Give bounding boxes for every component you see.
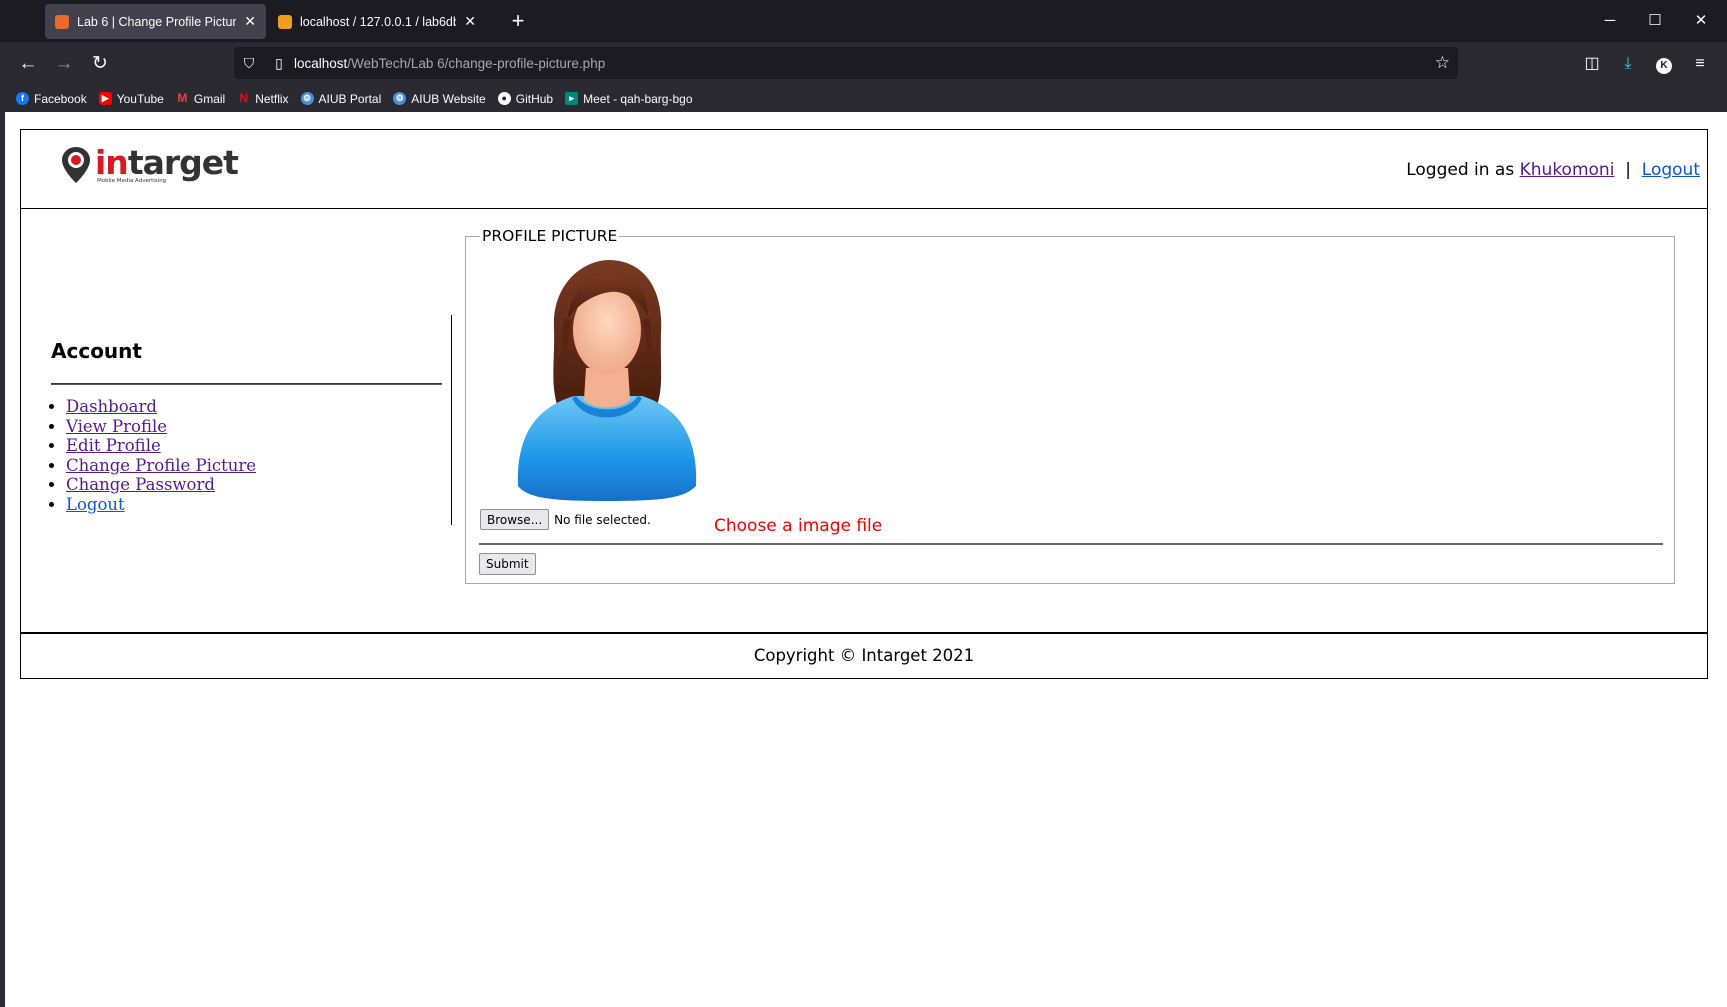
logo-target: target	[127, 143, 239, 182]
meet-icon: ▸	[565, 92, 579, 105]
map-pin-icon	[62, 147, 90, 183]
back-arrow-icon[interactable]: ←	[12, 48, 44, 80]
url-host: localhost	[294, 55, 348, 71]
bookmark-label: Facebook	[34, 91, 87, 106]
aiub-icon: ⚙	[300, 92, 314, 105]
edit-profile-link[interactable]: Edit Profile	[66, 436, 161, 455]
bookmark-netflix[interactable]: N Netflix	[237, 92, 288, 106]
page-viewport: intarget Mobile Media Advertising Logged…	[5, 112, 1727, 1007]
account-avatar[interactable]: K	[1648, 48, 1680, 80]
tab-title: localhost / 127.0.0.1 / lab6db / u	[300, 14, 457, 29]
bookmark-label: GitHub	[515, 91, 554, 106]
logo-text: intarget Mobile Media Advertising	[95, 143, 239, 185]
minimize-icon[interactable]: ─	[1588, 6, 1632, 36]
close-tab-icon[interactable]: ✕	[244, 13, 256, 30]
bookmark-youtube[interactable]: ▶ YouTube	[98, 91, 164, 106]
menu-item-change-password: Change Password	[66, 475, 256, 495]
forward-arrow-icon[interactable]: →	[48, 48, 80, 80]
female-avatar-image	[517, 260, 697, 501]
github-icon: ●	[497, 92, 511, 105]
browse-button[interactable]: Browse...	[480, 509, 550, 530]
menu-item-logout: Logout	[66, 495, 256, 515]
url-path: /WebTech/Lab 6/change-profile-picture.ph…	[347, 55, 606, 71]
site-footer: Copyright © Intarget 2021	[21, 632, 1707, 679]
navigation-toolbar: ← → ↻ ⛉ ▯ localhost/WebTech/Lab 6/change…	[0, 42, 1727, 85]
bookmark-label: Netflix	[255, 91, 289, 106]
profile-picture-fieldset: PROFILE PICTURE Browse... No file select…	[465, 227, 1675, 584]
gmail-icon: M	[177, 91, 188, 105]
download-icon[interactable]: ⤓	[1612, 48, 1644, 80]
menu-item-dashboard: Dashboard	[66, 397, 256, 417]
address-bar[interactable]: ⛉ ▯ localhost/WebTech/Lab 6/change-profi…	[234, 47, 1458, 79]
reload-icon[interactable]: ↻	[84, 48, 116, 80]
shield-icon[interactable]: ⛉	[234, 55, 264, 72]
bookmark-facebook[interactable]: f Facebook	[16, 92, 87, 106]
bookmark-gmail[interactable]: M Gmail	[176, 92, 225, 106]
sidebar-vertical-rule	[451, 315, 452, 525]
new-tab-icon[interactable]: +	[502, 6, 534, 36]
pocket-icon[interactable]: ◫	[1576, 48, 1608, 80]
logo-in: in	[95, 143, 129, 182]
sidebar-divider	[51, 383, 442, 385]
window-close-icon[interactable]: ✕	[1679, 6, 1723, 36]
submit-button[interactable]: Submit	[479, 553, 536, 575]
bookmark-github[interactable]: ● GitHub	[497, 91, 554, 106]
bookmark-aiub-website[interactable]: ⚙ AIUB Website	[393, 91, 486, 106]
site-container: intarget Mobile Media Advertising Logged…	[20, 129, 1708, 679]
tab-title: Lab 6 | Change Profile Picture	[77, 14, 237, 29]
youtube-icon: ▶	[98, 92, 112, 105]
menu-item-change-picture: Change Profile Picture	[66, 456, 256, 476]
facebook-icon: f	[16, 92, 29, 105]
account-sidebar: Account Dashboard View Profile Edit Prof…	[51, 210, 473, 605]
copyright-text: Copyright © Intarget 2021	[753, 646, 975, 665]
menu-item-edit-profile: Edit Profile	[66, 436, 256, 456]
file-error-message: Choose a image file	[714, 516, 883, 536]
page-icon: ▯	[275, 54, 283, 71]
header-separator: |	[1625, 160, 1631, 180]
aiub-icon: ⚙	[393, 92, 407, 105]
account-menu: Dashboard View Profile Edit Profile Chan…	[51, 397, 256, 514]
account-initial: K	[1656, 58, 1672, 74]
bookmarks-toolbar: f Facebook ▶ YouTube M Gmail N Netflix ⚙ AIUB…	[0, 85, 1727, 112]
file-status-text: No file selected.	[554, 512, 651, 527]
maximize-icon[interactable]: ☐	[1633, 6, 1677, 36]
tab-strip: Lab 6 | Change Profile Picture ✕ localho…	[0, 0, 1727, 42]
profile-picture-legend: PROFILE PICTURE	[480, 227, 620, 245]
xampp-favicon-icon	[55, 14, 69, 29]
netflix-icon: N	[239, 91, 249, 105]
login-info: Logged in as Khukomoni | Logout	[1406, 160, 1700, 180]
menu-item-view-profile: View Profile	[66, 417, 256, 437]
username-link[interactable]: Khukomoni	[1520, 160, 1615, 180]
account-heading: Account	[51, 339, 142, 363]
file-input-row: Browse... No file selected.	[480, 509, 651, 530]
logo-wordmark: intarget	[95, 143, 239, 182]
menu-icon[interactable]: ≡	[1684, 48, 1716, 80]
dashboard-link[interactable]: Dashboard	[66, 397, 157, 416]
bookmark-label: YouTube	[116, 91, 164, 106]
sidebar-logout-link[interactable]: Logout	[66, 495, 125, 514]
tab-inactive[interactable]: localhost / 127.0.0.1 / lab6db / u ✕	[268, 4, 486, 39]
bookmark-label: AIUB Portal	[318, 91, 382, 106]
phpmyadmin-favicon-icon	[278, 14, 292, 29]
bookmark-label: Gmail	[193, 91, 226, 106]
bookmark-label: AIUB Website	[411, 91, 486, 106]
intarget-logo: intarget Mobile Media Advertising	[61, 143, 239, 185]
header-logout-link[interactable]: Logout	[1642, 160, 1700, 180]
tab-active[interactable]: Lab 6 | Change Profile Picture ✕	[45, 4, 266, 39]
bookmark-label: Meet - qah-barg-bgo	[583, 91, 693, 106]
bookmark-meet[interactable]: ▸ Meet - qah-barg-bgo	[565, 91, 693, 106]
change-password-link[interactable]: Change Password	[66, 475, 215, 494]
view-profile-link[interactable]: View Profile	[66, 417, 167, 436]
change-profile-picture-link[interactable]: Change Profile Picture	[66, 456, 256, 475]
bookmark-aiub-portal[interactable]: ⚙ AIUB Portal	[300, 91, 382, 106]
close-tab-icon[interactable]: ✕	[464, 13, 476, 30]
bookmark-star-icon[interactable]: ☆	[1435, 53, 1450, 73]
site-header: intarget Mobile Media Advertising Logged…	[21, 130, 1707, 209]
logged-in-label: Logged in as	[1406, 160, 1515, 180]
form-divider	[479, 543, 1663, 545]
